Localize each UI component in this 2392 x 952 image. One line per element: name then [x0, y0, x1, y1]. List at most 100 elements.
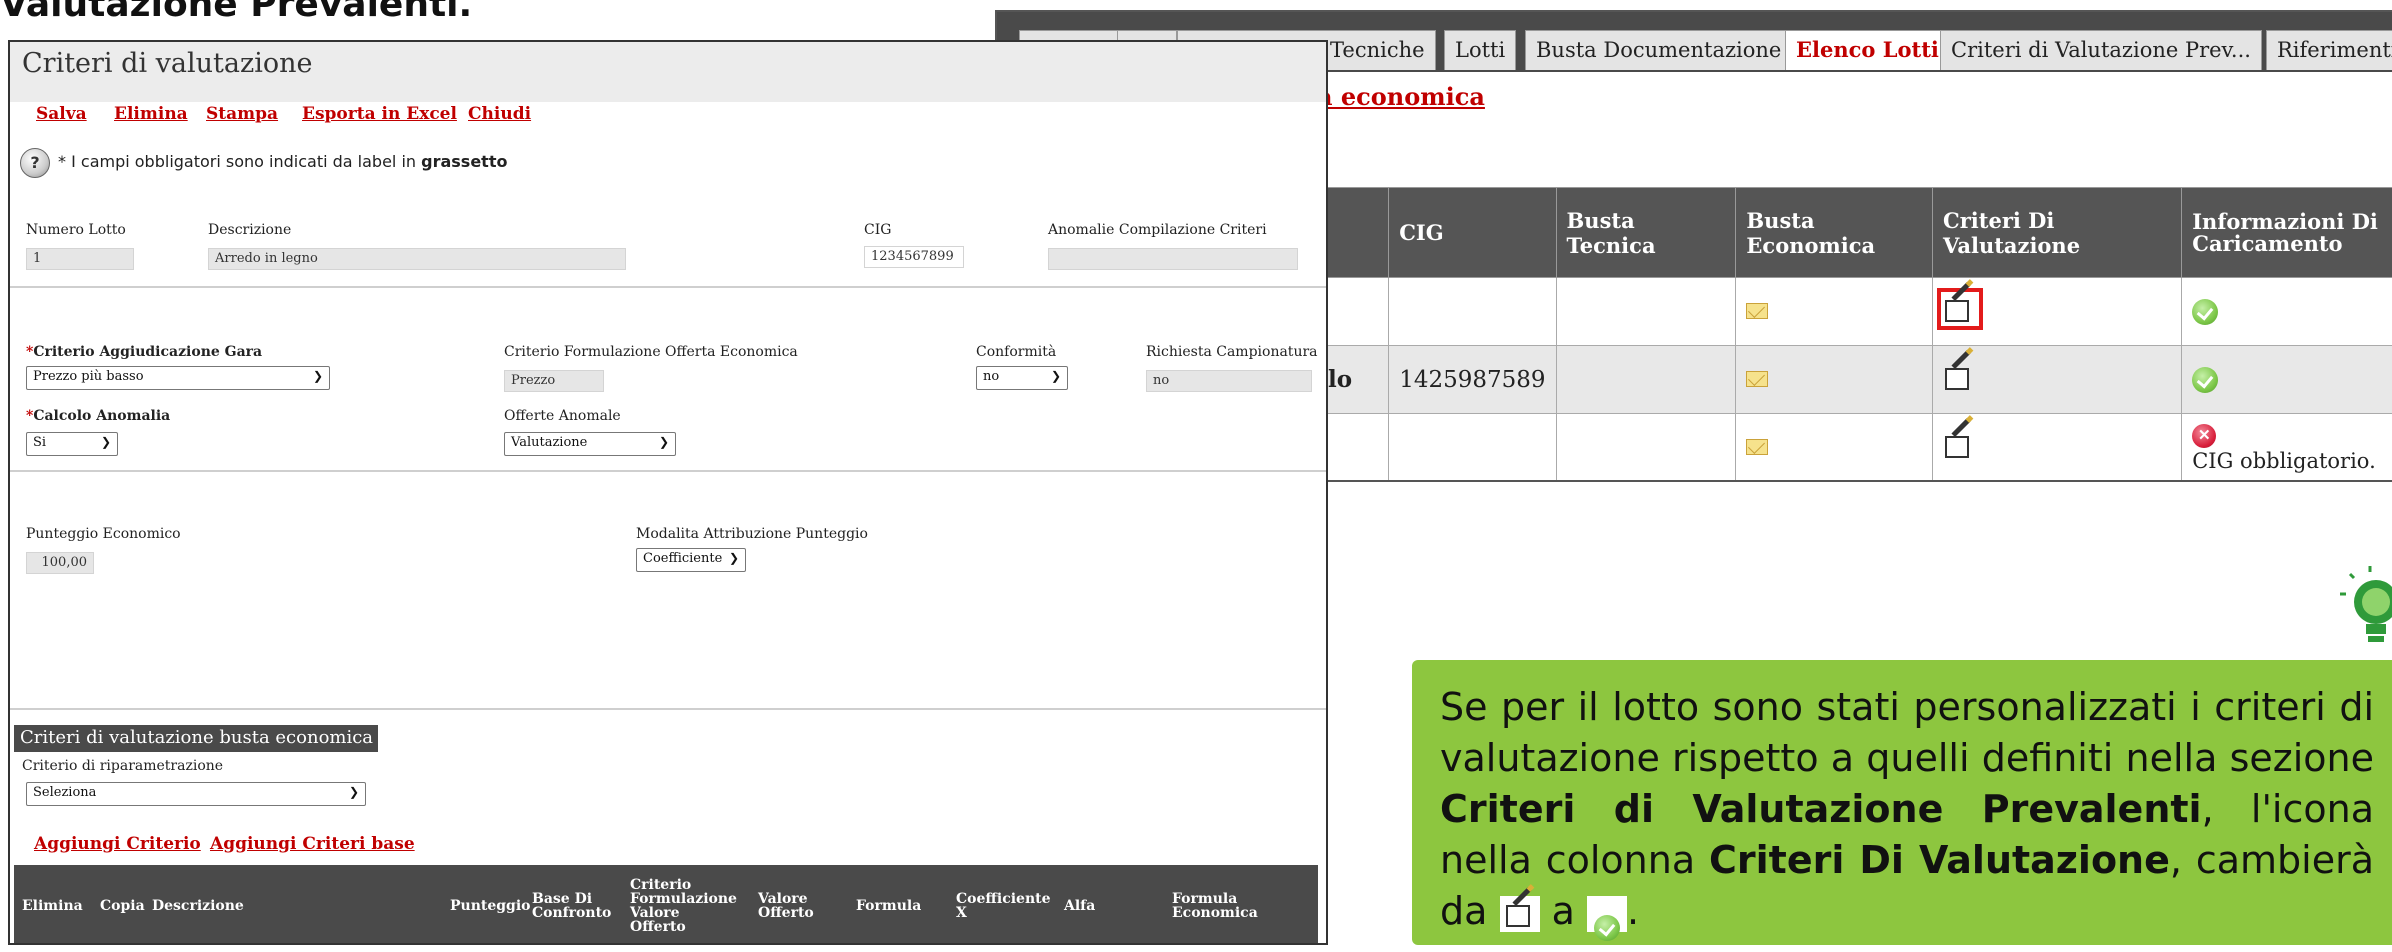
cig-field: 1234567899 — [864, 246, 964, 268]
col-busta-tecnica: Busta Tecnica — [1556, 188, 1736, 278]
section-title: Criteri di valutazione busta economica — [14, 725, 378, 752]
anomalie-field — [1048, 248, 1298, 270]
col-formula: Formula — [856, 865, 921, 945]
chevron-down-icon: ❯ — [1051, 369, 1061, 383]
richiesta-campionatura-label: Richiesta Campionatura — [1146, 344, 1318, 360]
chevron-down-icon: ❯ — [313, 369, 323, 383]
table-row — [1318, 278, 2392, 346]
col-copia: Copia — [100, 865, 145, 945]
divider — [10, 708, 1326, 710]
tab-lotti[interactable]: Lotti — [1444, 30, 1516, 70]
conformita-value: no — [983, 369, 999, 384]
criterio-aggiudicazione-select[interactable]: Prezzo più basso❯ — [26, 366, 330, 390]
numero-lotto-field: 1 — [26, 248, 134, 270]
tip-bold: Criteri di Valutazione Prevalenti — [1440, 787, 2202, 831]
check-ok-icon-wrapper — [1587, 896, 1627, 932]
tip-text: . — [1627, 889, 1639, 933]
table-row: lo 1425987589 — [1318, 346, 2392, 414]
tip-box: Se per il lotto sono stati personalizzat… — [1412, 660, 2392, 945]
tab-busta-documentazione[interactable]: Busta Documentazione — [1525, 30, 1792, 70]
help-icon[interactable]: ? — [20, 148, 50, 178]
edit-criteria-icon[interactable] — [1943, 430, 1977, 460]
row-info — [2182, 346, 2392, 414]
col-busta-economica: Busta Economica — [1736, 188, 1933, 278]
row-lead — [1318, 414, 1389, 482]
criteria-grid-header: Elimina Copia Descrizione Punteggio Base… — [14, 865, 1318, 945]
esporta-excel-button[interactable]: Esporta in Excel — [302, 104, 457, 124]
conformita-select[interactable]: no ❯ — [976, 366, 1068, 390]
col-criterio-formulazione: Criterio Formulazione Valore Offerto — [630, 865, 736, 945]
tab-elenco-lotti[interactable]: Elenco Lotti — [1785, 30, 1950, 70]
check-ok-icon — [2192, 367, 2218, 393]
modalita-attribuzione-select[interactable]: Coefficiente ❯ — [636, 548, 746, 572]
row-busta-tecnica — [1556, 278, 1736, 346]
envelope-icon[interactable] — [1746, 303, 1768, 319]
offerte-anomale-label: Offerte Anomale — [504, 408, 621, 424]
stampa-button[interactable]: Stampa — [206, 104, 278, 124]
row-criteri — [1933, 278, 2182, 346]
envelope-icon[interactable] — [1746, 439, 1768, 455]
col-base-confronto: Base Di Confronto — [532, 865, 602, 945]
salva-button[interactable]: Salva — [36, 104, 87, 124]
col-informazioni-caricamento: Informazioni Di Caricamento — [2182, 188, 2392, 278]
conformita-label: Conformità — [976, 344, 1056, 360]
busta-economica-link[interactable]: a economica — [1317, 82, 1485, 111]
mandatory-note: * I campi obbligatori sono indicati da l… — [58, 152, 507, 171]
edit-criteria-icon[interactable] — [1943, 362, 1977, 392]
col-punteggio: Punteggio — [450, 865, 531, 945]
check-ok-icon — [2192, 299, 2218, 325]
offerte-anomale-select[interactable]: Valutazione ❯ — [504, 432, 676, 456]
lots-table: CIG Busta Tecnica Busta Economica Criter… — [1317, 187, 2392, 482]
tab-riferimenti[interactable]: Riferimenti — [2266, 30, 2392, 70]
row-busta-tecnica — [1556, 346, 1736, 414]
error-icon: ✕ — [2192, 424, 2216, 448]
table-row: ✕ CIG obbligatorio. — [1318, 414, 2392, 482]
edit-criteria-icon[interactable] — [1943, 294, 1977, 324]
row-info: ✕ CIG obbligatorio. — [2182, 414, 2392, 482]
tip-text: a — [1540, 889, 1587, 933]
envelope-icon[interactable] — [1746, 371, 1768, 387]
chiudi-button[interactable]: Chiudi — [468, 104, 531, 124]
calcolo-anomalia-select[interactable]: Si ❯ — [26, 432, 118, 456]
elimina-button[interactable]: Elimina — [114, 104, 188, 124]
aggiungi-criterio-button[interactable]: Aggiungi Criterio — [34, 834, 201, 854]
cig-label: CIG — [864, 222, 891, 238]
row-busta-economica — [1736, 278, 1933, 346]
criterio-formulazione-label: Criterio Formulazione Offerta Economica — [504, 344, 798, 360]
chevron-down-icon: ❯ — [101, 435, 111, 449]
lightbulb-icon — [2340, 566, 2392, 656]
chevron-down-icon: ❯ — [659, 435, 669, 449]
row-cig — [1389, 278, 1556, 346]
offerte-anomale-value: Valutazione — [511, 435, 587, 450]
criterio-formulazione-field: Prezzo — [504, 370, 604, 392]
row-busta-economica — [1736, 346, 1933, 414]
row-info — [2182, 278, 2392, 346]
descrizione-field: Arredo in legno — [208, 248, 626, 270]
riparametrazione-select[interactable]: Seleziona ❯ — [26, 782, 366, 806]
check-ok-icon — [1594, 915, 1620, 941]
riparametrazione-value: Seleziona — [33, 785, 96, 800]
anomalie-label: Anomalie Compilazione Criteri — [1048, 222, 1267, 238]
aggiungi-criteri-base-button[interactable]: Aggiungi Criteri base — [210, 834, 415, 854]
divider — [10, 470, 1326, 472]
col-coefficiente-x: Coefficiente X — [956, 865, 1052, 945]
col-alfa: Alfa — [1064, 865, 1095, 945]
chevron-down-icon: ❯ — [349, 785, 359, 799]
modalita-attribuzione-value: Coefficiente — [643, 551, 722, 566]
modalita-attribuzione-label: Modalita Attribuzione Punteggio — [636, 526, 868, 542]
row-lead — [1318, 278, 1389, 346]
calcolo-anomalia-value: Si — [33, 435, 46, 450]
descrizione-label: Descrizione — [208, 222, 291, 238]
row-busta-economica — [1736, 414, 1933, 482]
col-lead — [1318, 188, 1389, 278]
row-status-text: CIG obbligatorio. — [2192, 449, 2376, 473]
calcolo-anomalia-label-text: Calcolo Anomalia — [33, 408, 170, 424]
criterio-aggiudicazione-label-text: Criterio Aggiudicazione Gara — [33, 344, 262, 360]
criterio-aggiudicazione-label: *Criterio Aggiudicazione Gara — [26, 344, 262, 360]
chevron-down-icon: ❯ — [729, 551, 739, 565]
tab-criteri-valutazione-prev[interactable]: Criteri di Valutazione Prev... — [1940, 30, 2262, 70]
col-descrizione: Descrizione — [152, 865, 244, 945]
riparametrazione-label: Criterio di riparametrazione — [22, 758, 223, 774]
row-criteri — [1933, 346, 2182, 414]
row-cig: 1425987589 — [1389, 346, 1556, 414]
